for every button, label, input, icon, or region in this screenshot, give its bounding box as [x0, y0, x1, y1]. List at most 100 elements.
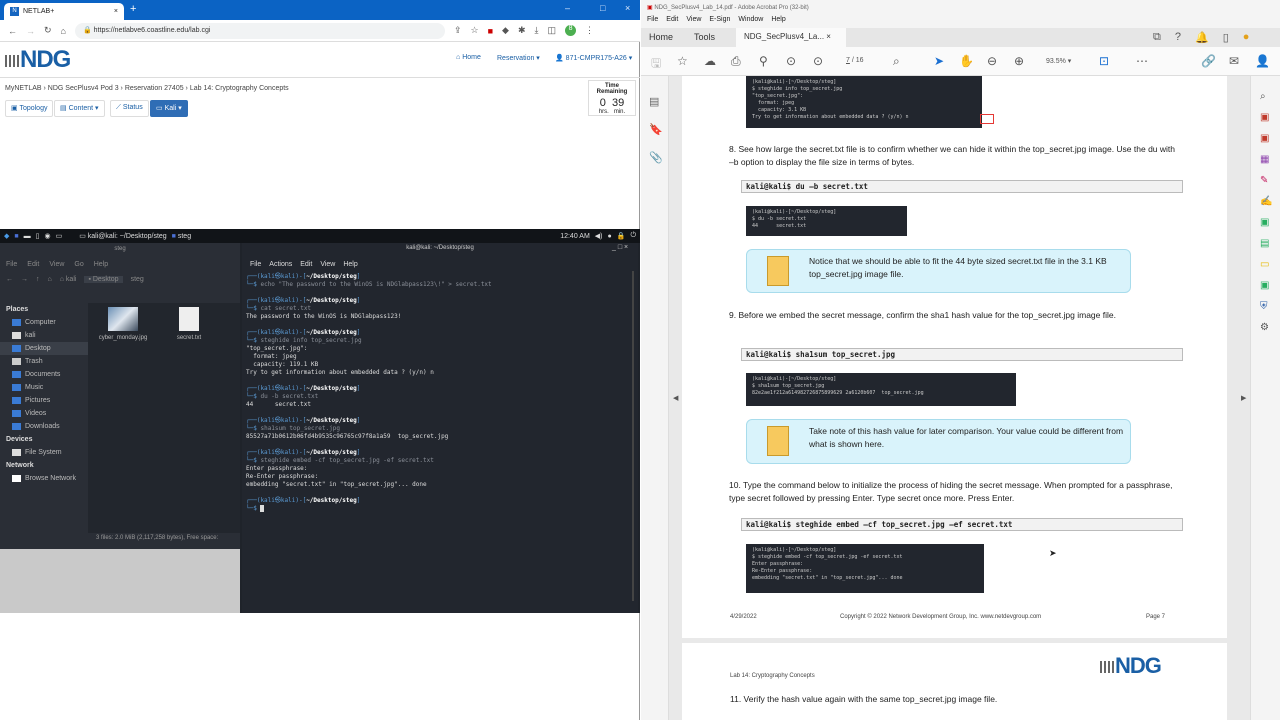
ndg-logo[interactable]: NDG: [5, 46, 71, 74]
bell-icon[interactable]: 🔔: [1195, 31, 1209, 44]
fm-menu-view[interactable]: View: [49, 261, 64, 268]
volume-icon[interactable]: ◀): [595, 232, 603, 240]
user-menu[interactable]: 👤 871-CMPR175-A26 ▾: [555, 54, 632, 62]
place-trash[interactable]: Trash: [0, 355, 88, 368]
tab-tools[interactable]: Tools: [686, 28, 723, 47]
forward-icon[interactable]: →: [26, 26, 35, 36]
sign-icon[interactable]: ✍: [1260, 191, 1272, 212]
home-icon[interactable]: ⌂: [48, 276, 52, 283]
topology-button[interactable]: ▣ Topology: [5, 100, 54, 117]
add-user-icon[interactable]: 👤: [1255, 54, 1270, 68]
share-icon[interactable]: ⇪: [454, 25, 462, 36]
hand-tool-icon[interactable]: ✋: [959, 54, 974, 68]
place-computer[interactable]: Computer: [0, 316, 88, 329]
term-menu-help[interactable]: Help: [343, 261, 357, 268]
menu-view[interactable]: View: [686, 16, 701, 26]
terminal-scrollbar[interactable]: [632, 271, 634, 601]
file-item[interactable]: secret.txt: [164, 307, 214, 341]
place-kali[interactable]: kali: [0, 329, 88, 342]
zoom-in-icon[interactable]: ⊕: [1014, 54, 1024, 68]
collapse-right-icon[interactable]: ▶: [1241, 394, 1246, 402]
content-button[interactable]: ▤ Content ▾: [54, 100, 105, 117]
tab-document[interactable]: NDG_SecPlusv4_La... ×: [736, 28, 846, 47]
account-icon[interactable]: ●: [1243, 31, 1250, 44]
zoom-search-icon[interactable]: ⚲: [759, 54, 768, 68]
page-number-input[interactable]: 7 / 16: [846, 57, 864, 64]
fm-menu-edit[interactable]: Edit: [27, 261, 39, 268]
place-pictures[interactable]: Pictures: [0, 394, 88, 407]
print-production-icon[interactable]: ▣: [1260, 275, 1272, 296]
place-music[interactable]: Music: [0, 381, 88, 394]
home-link[interactable]: ⌂ Home: [456, 54, 481, 61]
path-steg[interactable]: steg: [131, 276, 144, 283]
save-icon[interactable]: 🖫: [651, 54, 661, 75]
maximize-icon[interactable]: □: [600, 3, 605, 13]
bookmark-star-icon[interactable]: ☆: [471, 25, 479, 36]
bookmark-icon[interactable]: 🔖: [649, 116, 663, 144]
breadcrumb-pod[interactable]: NDG SecPlusv4 Pod 3: [48, 85, 119, 92]
help-icon[interactable]: ?: [1175, 31, 1181, 44]
fm-menu-help[interactable]: Help: [94, 261, 108, 268]
collapse-left-icon[interactable]: ◀: [673, 394, 678, 402]
path-kali[interactable]: ⌂ kali: [60, 276, 77, 283]
term-menu-actions[interactable]: Actions: [269, 261, 292, 268]
kali-menu-icon[interactable]: ◆: [4, 232, 9, 240]
page-up-icon[interactable]: ⊙: [786, 54, 796, 68]
desktop-icon[interactable]: ■: [14, 233, 18, 240]
close-tab-icon[interactable]: ×: [826, 32, 831, 41]
back-icon[interactable]: ←: [8, 26, 17, 36]
link-icon[interactable]: 🔗: [1201, 54, 1216, 68]
comment-icon[interactable]: ▭: [1260, 254, 1272, 275]
protect-icon[interactable]: ⛨: [1260, 296, 1272, 317]
menu-esign[interactable]: E-Sign: [709, 16, 730, 26]
editor-icon[interactable]: ▯: [36, 232, 40, 240]
tab-home[interactable]: Home: [641, 28, 681, 47]
browser-icon[interactable]: ◉: [44, 232, 50, 240]
scan-icon[interactable]: ▣: [1260, 212, 1272, 233]
fit-page-icon[interactable]: ⊡: [1099, 54, 1109, 68]
back-icon[interactable]: ←: [6, 276, 13, 283]
upload-cloud-icon[interactable]: ☁: [704, 54, 716, 68]
menu-file[interactable]: File: [647, 16, 658, 26]
terminal-output[interactable]: ┌──(kali㉿kali)-[~/Desktop/steg] └─$ echo…: [246, 273, 492, 513]
extension-pdf-icon[interactable]: ■: [488, 26, 493, 36]
menu-kebab-icon[interactable]: ⋮: [585, 25, 594, 36]
email-icon[interactable]: ✉: [1229, 54, 1239, 68]
zoom-level-select[interactable]: 93.5% ▾: [1046, 57, 1071, 65]
share-icon[interactable]: ⧉: [1153, 31, 1161, 44]
place-desktop[interactable]: Desktop: [0, 342, 88, 355]
forward-icon[interactable]: →: [21, 276, 28, 283]
sidepanel-icon[interactable]: ◫: [548, 25, 557, 36]
device-file-system[interactable]: File System: [0, 446, 88, 459]
zoom-out-icon[interactable]: ⊖: [987, 54, 997, 68]
terminal-window[interactable]: kali@kali: ~/Desktop/steg _ □ × File Act…: [242, 243, 638, 613]
files-icon[interactable]: ▬: [24, 233, 31, 240]
path-desktop[interactable]: ▪ Desktop: [84, 276, 123, 283]
terminal-icon[interactable]: ▭: [56, 232, 63, 240]
extension-icon[interactable]: ◆: [502, 25, 509, 36]
term-menu-file[interactable]: File: [250, 261, 261, 268]
find-icon[interactable]: ⌕: [893, 54, 900, 69]
reload-icon[interactable]: ↻: [44, 25, 52, 36]
place-downloads[interactable]: Downloads: [0, 420, 88, 433]
place-videos[interactable]: Videos: [0, 407, 88, 420]
term-menu-edit[interactable]: Edit: [300, 261, 312, 268]
close-tab-icon[interactable]: ×: [114, 8, 118, 15]
kali-button[interactable]: ▭ Kali ▾: [150, 100, 188, 117]
fm-menu-file[interactable]: File: [6, 261, 17, 268]
attachment-icon[interactable]: 📎: [649, 144, 663, 172]
breadcrumb-mynetlab[interactable]: MyNETLAB: [5, 85, 42, 92]
up-icon[interactable]: ↑: [36, 276, 40, 283]
download-icon[interactable]: ⤓: [535, 25, 539, 36]
extensions-puzzle-icon[interactable]: ✱: [518, 25, 526, 36]
term-menu-view[interactable]: View: [320, 261, 335, 268]
url-input[interactable]: 🔒 https://netlabve6.coastline.edu/lab.cg…: [74, 22, 445, 39]
print-icon[interactable]: ⎙: [731, 54, 741, 69]
new-tab-button[interactable]: +: [130, 3, 136, 15]
kali-vm-console[interactable]: ◆ ■ ▬ ▯ ◉ ▭ ▭ kali@kali: ~/Desktop/steg …: [0, 229, 640, 613]
taskbar-window-terminal[interactable]: ▭ kali@kali: ~/Desktop/steg: [79, 232, 166, 240]
export-pdf-icon[interactable]: ▣: [1260, 107, 1272, 128]
mobile-icon[interactable]: ▯: [1223, 31, 1229, 44]
select-cursor-icon[interactable]: ➤: [934, 54, 944, 68]
profile-avatar[interactable]: 8: [565, 25, 577, 36]
